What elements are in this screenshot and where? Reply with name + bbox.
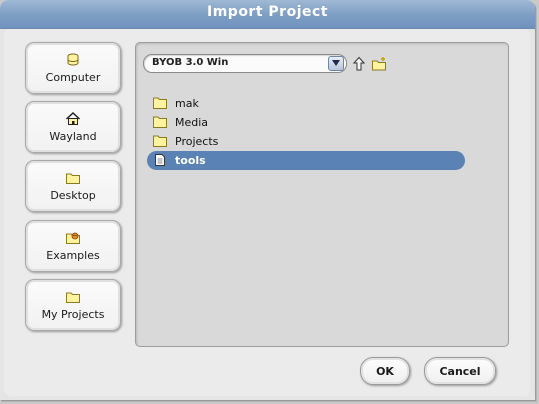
sidebar-item-my-projects[interactable]: My Projects (25, 279, 121, 331)
sidebar-item-computer[interactable]: Computer (25, 42, 121, 94)
file-name: mak (175, 97, 199, 110)
folder-icon (66, 173, 80, 184)
sidebar-item-label: Desktop (50, 189, 96, 202)
folder-icon (153, 97, 167, 109)
title-bar[interactable]: Import Project (0, 0, 535, 29)
chevron-down-icon[interactable] (328, 56, 344, 71)
sidebar-item-label: My Projects (41, 308, 105, 321)
new-folder-icon[interactable] (371, 56, 387, 72)
import-project-dialog: Import Project Computer Wayland Desktop (0, 0, 535, 400)
list-item[interactable]: mak (147, 94, 465, 113)
folder-icon (153, 116, 167, 128)
cancel-button[interactable]: Cancel (424, 357, 496, 385)
file-name: tools (175, 154, 206, 167)
list-item-selected[interactable]: tools (147, 151, 465, 170)
sidebar-item-examples[interactable]: Examples (25, 220, 121, 272)
examples-folder-icon (66, 232, 80, 244)
dialog-title: Import Project (207, 4, 328, 20)
document-icon (155, 154, 165, 166)
location-value: BYOB 3.0 Win (152, 57, 229, 68)
folder-icon (153, 135, 167, 147)
home-icon (65, 111, 81, 125)
sidebar-item-wayland[interactable]: Wayland (25, 101, 121, 153)
file-name: Media (175, 116, 209, 129)
sidebar-item-label: Computer (45, 71, 101, 84)
file-list: mak Media Projects tools (143, 91, 473, 341)
computer-icon (67, 53, 79, 66)
sidebar-item-label: Wayland (49, 130, 97, 143)
folder-icon (66, 292, 80, 303)
list-item[interactable]: Projects (147, 132, 465, 151)
sidebar-item-desktop[interactable]: Desktop (25, 160, 121, 212)
sidebar-item-label: Examples (46, 249, 100, 262)
file-name: Projects (175, 135, 219, 148)
list-item[interactable]: Media (147, 113, 465, 132)
ok-button[interactable]: OK (360, 357, 410, 385)
location-dropdown[interactable]: BYOB 3.0 Win (143, 54, 347, 73)
parent-folder-up-icon[interactable] (351, 56, 367, 72)
